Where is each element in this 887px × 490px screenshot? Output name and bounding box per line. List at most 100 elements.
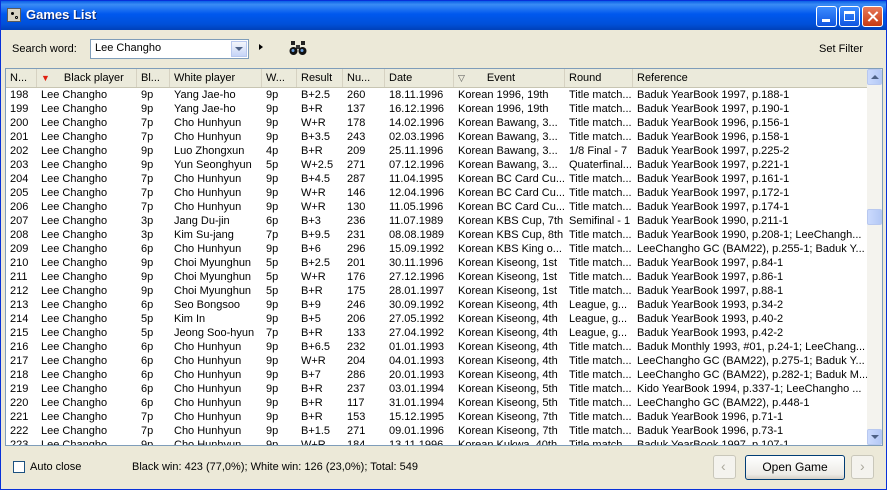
scroll-up-icon[interactable] — [867, 69, 882, 85]
cell-round: League, g... — [569, 327, 628, 339]
cell-reference: Baduk YearBook 1996, p.158-1 — [637, 131, 790, 143]
table-row[interactable]: 202 Lee Changho 9p Luo Zhongxun 4p B+R 209 25.1… — [6, 144, 868, 158]
column-header-white-player[interactable]: White player — [170, 69, 262, 87]
table-row[interactable]: 215 Lee Changho 5p Jeong Soo-hyun 7p B+R 133 27… — [6, 326, 868, 340]
cell-white-rank: 9p — [266, 131, 279, 143]
column-header-date[interactable]: Date — [385, 69, 454, 87]
set-filter-link[interactable]: Set Filter — [819, 43, 863, 55]
cell-reference: LeeChangho GC (BAM22), p.448-1 — [637, 397, 810, 409]
table-row[interactable]: 205 Lee Changho 7p Cho Hunhyun 9p W+R 146 12.04… — [6, 186, 868, 200]
cell-event: Korean Kiseong, 4th — [458, 341, 558, 353]
cell-number: 209 — [10, 243, 29, 255]
cell-white-player: Cho Hunhyun — [174, 425, 242, 437]
search-word-value[interactable]: Lee Changho — [95, 42, 161, 54]
cell-event: Korean Bawang, 3... — [458, 131, 558, 143]
cell-round: Title match... — [569, 243, 632, 255]
column-header-white-rank[interactable]: W... — [262, 69, 297, 87]
cell-moves: 243 — [347, 131, 366, 143]
minimize-button[interactable] — [816, 6, 837, 27]
cell-result: W+R — [301, 355, 326, 367]
column-header-number[interactable]: N... — [6, 69, 37, 87]
table-row[interactable]: 213 Lee Changho 6p Seo Bongsoo 9p B+9 246 30.09… — [6, 298, 868, 312]
cell-event: Korean KBS King o... — [458, 243, 562, 255]
table-row[interactable]: 204 Lee Changho 7p Cho Hunhyun 9p B+4.5 287 11.… — [6, 172, 868, 186]
table-row[interactable]: 222 Lee Changho 7p Cho Hunhyun 9p B+1.5 271 09.… — [6, 424, 868, 438]
table-row[interactable]: 223 Lee Changho 9p Cho Hunhyun 9p W+R 184 13.11… — [6, 438, 868, 446]
cell-number: 216 — [10, 341, 29, 353]
open-game-button[interactable]: Open Game — [745, 455, 845, 480]
column-header-event[interactable]: ▽ Event — [454, 69, 565, 87]
cell-black-rank: 9p — [141, 257, 154, 269]
table-row[interactable]: 210 Lee Changho 9p Choi Myunghun 5p B+2.5 201 3… — [6, 256, 868, 270]
column-header-black-player[interactable]: ▼ Black player — [37, 69, 137, 87]
play-arrow-icon[interactable] — [259, 44, 263, 50]
table-row[interactable]: 214 Lee Changho 5p Kim In 9p B+5 206 27.05.1992… — [6, 312, 868, 326]
cell-result: B+R — [301, 411, 323, 423]
cell-number: 221 — [10, 411, 29, 423]
games-table[interactable]: N... ▼ Black player Bl... White player W... Re… — [5, 68, 883, 446]
cell-white-rank: 9p — [266, 173, 279, 185]
auto-close-checkbox[interactable] — [13, 461, 25, 473]
cell-round: Title match... — [569, 439, 632, 446]
cell-black-rank: 6p — [141, 383, 154, 395]
cell-black-rank: 6p — [141, 397, 154, 409]
column-header-label: Nu... — [347, 72, 371, 84]
cell-result: W+R — [301, 117, 326, 129]
search-word-combobox[interactable]: Lee Changho — [90, 39, 249, 59]
table-row[interactable]: 218 Lee Changho 6p Cho Hunhyun 9p B+7 286 20.01… — [6, 368, 868, 382]
maximize-button[interactable] — [839, 6, 860, 27]
cell-black-player: Lee Changho — [41, 327, 108, 339]
column-header-round[interactable]: Round — [565, 69, 633, 87]
search-word-label: Search word: — [12, 43, 77, 55]
table-row[interactable]: 206 Lee Changho 7p Cho Hunhyun 9p W+R 130 11.05… — [6, 200, 868, 214]
column-header-reference[interactable]: Reference — [633, 69, 868, 87]
cell-date: 15.09.1992 — [389, 243, 445, 255]
cell-result: W+2.5 — [301, 159, 334, 171]
title-bar[interactable]: Games List — [1, 1, 886, 30]
close-button[interactable] — [862, 6, 883, 27]
vertical-scrollbar[interactable] — [867, 69, 882, 445]
chevron-down-icon[interactable] — [231, 41, 247, 57]
auto-close-label[interactable]: Auto close — [30, 461, 81, 473]
cell-reference: Baduk YearBook 1997, p.84-1 — [637, 257, 784, 269]
table-row[interactable]: 209 Lee Changho 6p Cho Hunhyun 9p B+6 296 15.09… — [6, 242, 868, 256]
column-header-black-rank[interactable]: Bl... — [137, 69, 170, 87]
table-row[interactable]: 199 Lee Changho 9p Yang Jae-ho 9p B+R 137 16.12… — [6, 102, 868, 116]
table-row[interactable]: 212 Lee Changho 9p Choi Myunghun 5p B+R 175 28.… — [6, 284, 868, 298]
column-header-moves[interactable]: Nu... — [343, 69, 385, 87]
binoculars-icon[interactable] — [289, 40, 307, 56]
table-row[interactable]: 208 Lee Changho 3p Kim Su-jang 7p B+9.5 231 08.… — [6, 228, 868, 242]
go-board-icon — [7, 8, 21, 22]
cell-reference: Baduk YearBook 1990, p.208-1; LeeChangh.… — [637, 229, 862, 241]
cell-moves: 271 — [347, 425, 366, 437]
table-row[interactable]: 217 Lee Changho 6p Cho Hunhyun 9p W+R 204 04.01… — [6, 354, 868, 368]
table-row[interactable]: 220 Lee Changho 6p Cho Hunhyun 9p B+R 117 31.01… — [6, 396, 868, 410]
cell-reference: Baduk YearBook 1997, p.190-1 — [637, 103, 790, 115]
scroll-down-icon[interactable] — [867, 429, 882, 445]
column-header-result[interactable]: Result — [297, 69, 343, 87]
previous-button[interactable] — [713, 455, 736, 479]
table-row[interactable]: 221 Lee Changho 7p Cho Hunhyun 9p B+R 153 15.12… — [6, 410, 868, 424]
scroll-thumb[interactable] — [867, 209, 882, 225]
table-row[interactable]: 198 Lee Changho 9p Yang Jae-ho 9p B+2.5 260 18.… — [6, 88, 868, 102]
cell-round: Title match... — [569, 187, 632, 199]
cell-moves: 232 — [347, 341, 366, 353]
table-row[interactable]: 219 Lee Changho 6p Cho Hunhyun 9p B+R 237 03.01… — [6, 382, 868, 396]
cell-result: W+R — [301, 201, 326, 213]
table-row[interactable]: 207 Lee Changho 3p Jang Du-jin 6p B+3 236 11.07… — [6, 214, 868, 228]
cell-moves: 201 — [347, 257, 366, 269]
cell-black-rank: 6p — [141, 243, 154, 255]
cell-white-player: Luo Zhongxun — [174, 145, 245, 157]
table-row[interactable]: 211 Lee Changho 9p Choi Myunghun 5p W+R 176 27.… — [6, 270, 868, 284]
table-row[interactable]: 200 Lee Changho 7p Cho Hunhyun 9p W+R 178 14.02… — [6, 116, 868, 130]
cell-date: 11.05.1996 — [389, 201, 444, 213]
cell-number: 199 — [10, 103, 29, 115]
table-row[interactable]: 203 Lee Changho 9p Yun Seonghyun 5p W+2.5 271 0… — [6, 158, 868, 172]
next-button[interactable] — [851, 455, 874, 479]
cell-moves: 271 — [347, 159, 366, 171]
table-row[interactable]: 201 Lee Changho 7p Cho Hunhyun 9p B+3.5 243 02.… — [6, 130, 868, 144]
cell-moves: 153 — [347, 411, 366, 423]
table-row[interactable]: 216 Lee Changho 6p Cho Hunhyun 9p B+6.5 232 01.… — [6, 340, 868, 354]
cell-reference: Baduk YearBook 1993, p.34-2 — [637, 299, 784, 311]
cell-white-rank: 5p — [266, 159, 279, 171]
